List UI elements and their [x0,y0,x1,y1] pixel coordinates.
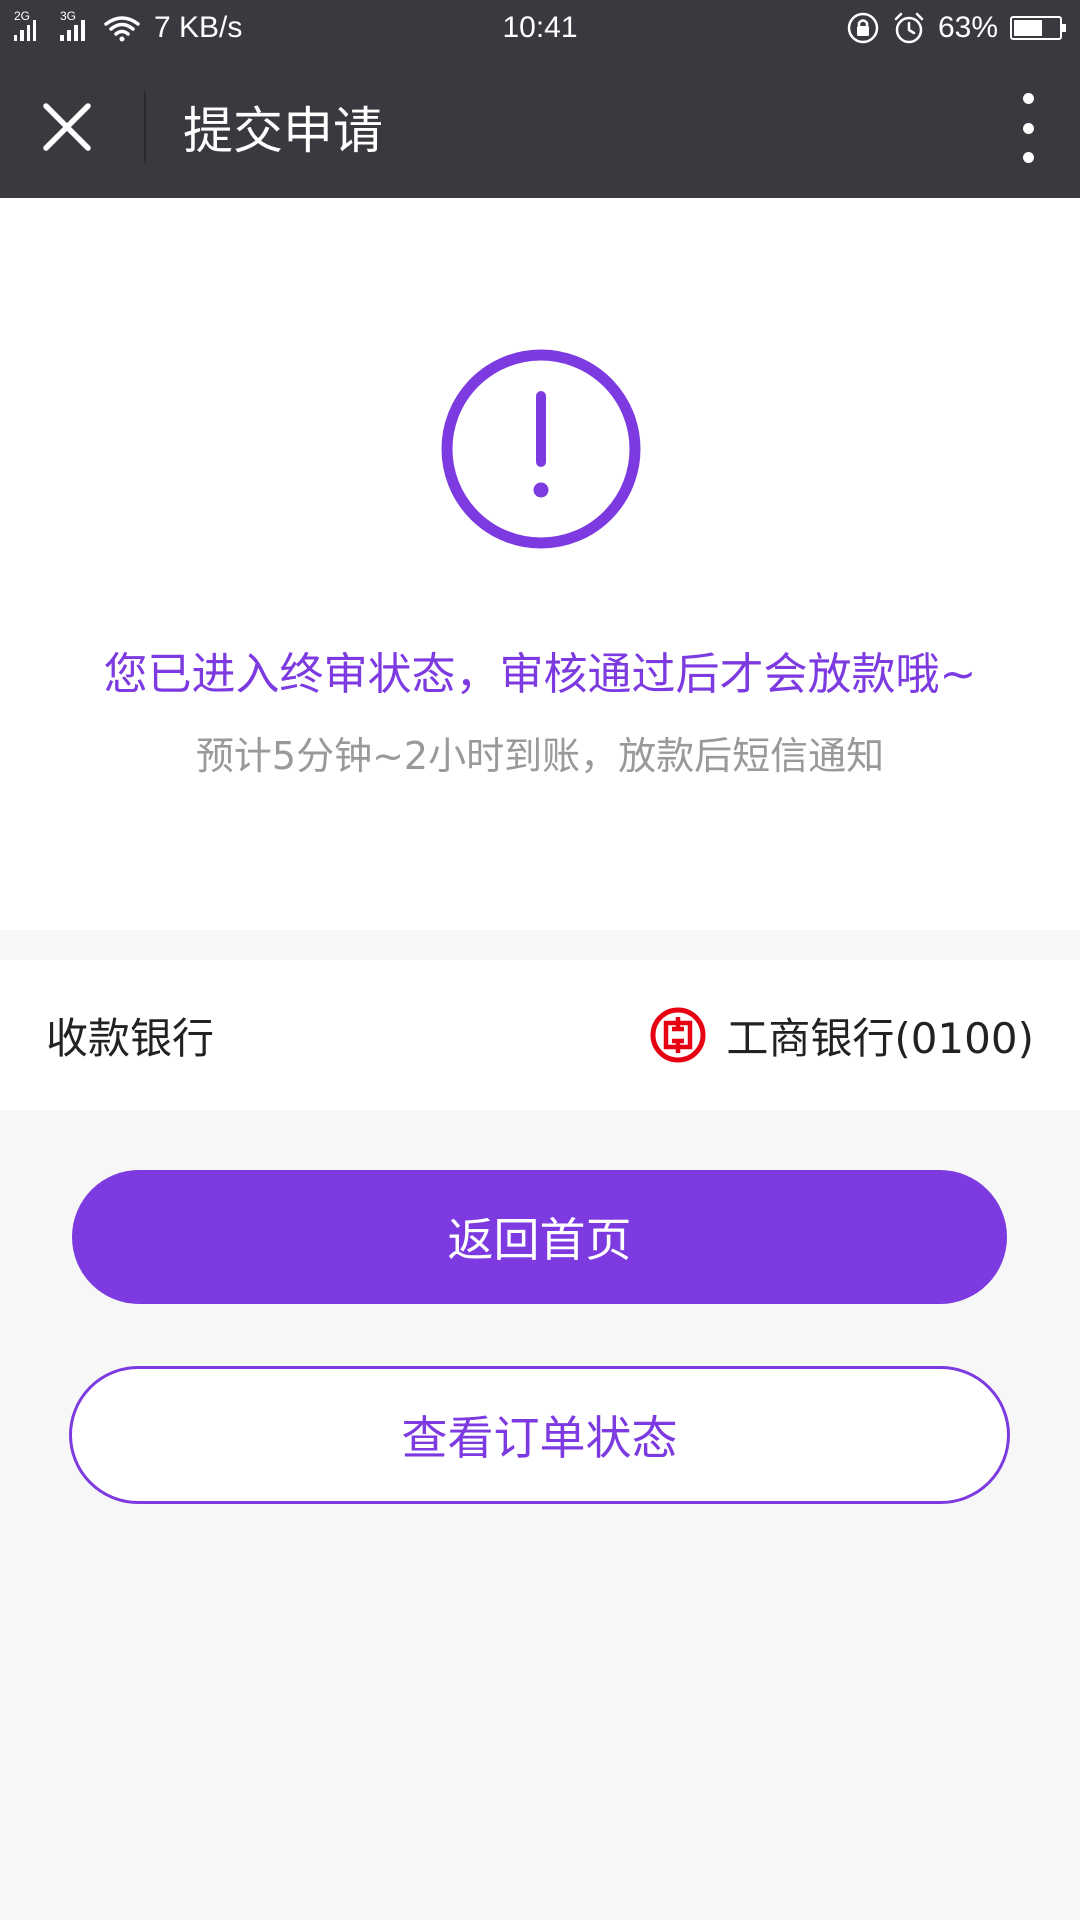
view-order-status-button[interactable]: 查看订单状态 [69,1366,1010,1504]
icbc-logo-icon [650,1007,706,1063]
more-vertical-icon[interactable] [1016,93,1040,163]
bank-name: 工商银行(0100) [726,1013,1034,1063]
bank-label: 收款银行 [46,1013,215,1063]
status-subtitle: 预计5分钟~2小时到账，放款后短信通知 [195,734,885,778]
bank-value: 工商银行(0100) [650,960,1034,1110]
status-title: 您已进入终审状态，审核通过后才会放款哦~ [103,649,977,700]
page-title: 提交申请 [183,101,383,160]
title-divider [144,91,146,163]
status-bar: 2G 3G 7 KB/s 10:41 63% [0,0,1080,55]
battery-percent: 63% [937,10,998,44]
battery-icon [1010,15,1066,40]
back-home-button[interactable]: 返回首页 [72,1170,1007,1304]
exclamation-circle-icon [441,349,641,549]
status-card: 您已进入终审状态，审核通过后才会放款哦~ 预计5分钟~2小时到账，放款后短信通知 [0,198,1080,930]
rotation-lock-icon [847,12,879,43]
status-bar-right: 63% [846,0,1066,55]
receiving-bank-row: 收款银行 工商银行(0100) [0,960,1080,1110]
title-bar: 提交申请 [0,55,1080,198]
close-icon[interactable] [38,98,96,156]
alarm-icon [894,12,924,43]
